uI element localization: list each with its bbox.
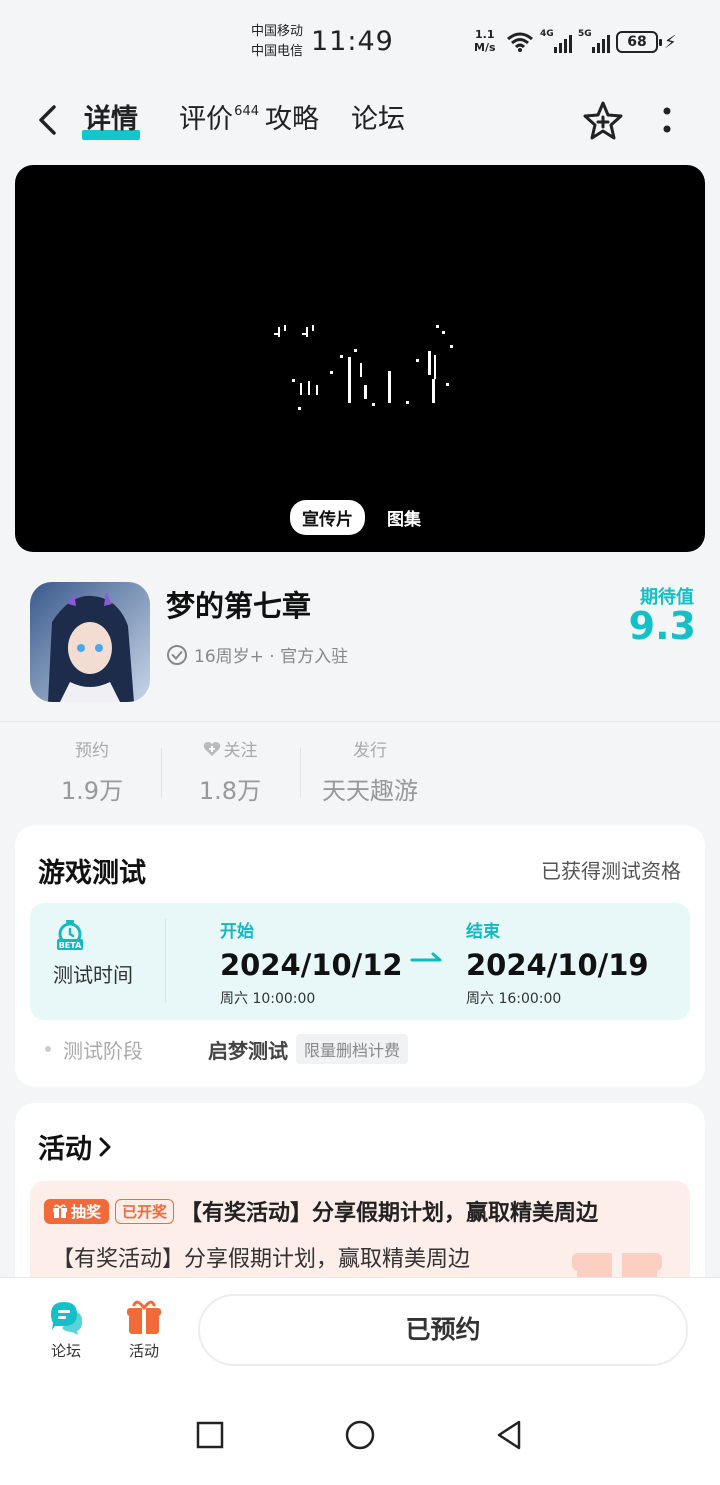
stat-separator <box>300 748 301 798</box>
lottery-tag: 抽奖 <box>44 1198 110 1224</box>
test-time-box: BETA 测试时间 开始 2024/10/12 周六 10:00:00 结束 2… <box>30 903 690 1020</box>
video-player[interactable]: 宣传片 图集 <box>15 165 705 552</box>
activity-headline: 【有奖活动】分享假期计划，赢取精美周边 <box>180 1201 599 1226</box>
test-end-label: 结束 <box>466 922 500 942</box>
signal-4g-label: 4G <box>540 29 554 39</box>
tab-reviews-label: 评价 <box>179 104 233 135</box>
test-start-label: 开始 <box>220 922 254 942</box>
net-speed: 1.1 M/s <box>474 28 496 54</box>
carrier-2: 中国电信 <box>251 44 304 59</box>
favorite-star-icon[interactable] <box>582 100 624 142</box>
tab-details[interactable]: 详情 <box>82 102 140 142</box>
test-start-time: 周六 10:00:00 <box>220 991 316 1007</box>
test-card-title: 游戏测试 <box>38 858 146 889</box>
stat-followers[interactable]: 关注 1.8万 <box>190 736 270 806</box>
expectation-score: 9.3 <box>628 604 696 648</box>
chevron-right-icon <box>99 1137 111 1156</box>
tab-reviews[interactable]: 评价 644 <box>179 102 259 142</box>
activity-description: 【有奖活动】分享假期计划，赢取精美周边 <box>52 1247 471 1272</box>
home-icon[interactable] <box>343 1418 377 1452</box>
system-nav-bar <box>0 1385 720 1485</box>
game-meta: 16周岁+ · 官方入驻 <box>166 642 348 667</box>
stat-publisher-label: 发行 <box>353 741 387 761</box>
nav-back-icon[interactable] <box>493 1418 527 1452</box>
media-tabs: 宣传片 图集 <box>290 500 433 535</box>
stat-separator <box>161 748 162 798</box>
stat-publisher[interactable]: 发行 天天趣游 <box>315 736 425 806</box>
test-end-date: 2024/10/19 <box>466 948 649 982</box>
forum-button[interactable]: 论坛 <box>36 1298 96 1361</box>
test-qualification-status[interactable]: 已获得测试资格 <box>541 855 681 884</box>
activity-header[interactable]: 活动 <box>38 1127 112 1166</box>
net-speed-unit: M/s <box>474 41 496 54</box>
more-icon[interactable] <box>650 102 684 138</box>
tab-details-label: 详情 <box>84 104 138 135</box>
tab-forum[interactable]: 论坛 <box>351 102 405 142</box>
reserved-button[interactable]: 已预约 <box>198 1294 688 1366</box>
game-meta-text: 16周岁+ · 官方入驻 <box>194 647 349 667</box>
stat-reservations-label: 预约 <box>75 741 109 761</box>
test-end-time: 周六 16:00:00 <box>466 991 562 1007</box>
carrier-1: 中国移动 <box>251 24 304 39</box>
arrow-right-icon <box>410 952 442 962</box>
time-separator <box>165 919 166 1003</box>
game-title: 梦的第七章 <box>166 589 312 623</box>
test-start-date: 2024/10/12 <box>220 948 403 982</box>
gift-icon <box>53 1204 67 1218</box>
stat-reservations: 预约 1.9万 <box>52 736 132 806</box>
activity-headline-row: 抽奖 已开奖 【有奖活动】分享假期计划，赢取精美周边 <box>44 1195 630 1227</box>
bottom-action-bar: 论坛 活动 已预约 <box>0 1277 720 1385</box>
carrier-info: 中国移动 中国电信 <box>251 22 303 62</box>
forum-button-label: 论坛 <box>50 1342 81 1360</box>
stats-row: 预约 1.9万 关注 1.8万 发行 天天趣游 <box>0 736 720 808</box>
beta-clock-icon: BETA <box>57 920 83 950</box>
test-start: 开始 2024/10/12 周六 10:00:00 <box>220 917 403 1008</box>
tab-guides[interactable]: 攻略 <box>265 102 319 142</box>
test-time-label: 测试时间 <box>53 963 133 987</box>
charging-icon: ⚡ <box>664 31 677 53</box>
test-stage-row: 测试阶段 启梦测试 限量删档计费 <box>45 1034 409 1064</box>
video-frame-art <box>274 325 453 410</box>
wifi-icon <box>507 32 533 52</box>
test-stage-value: 启梦测试 <box>208 1038 288 1063</box>
test-stage-label: 测试阶段 <box>63 1038 143 1063</box>
test-end: 结束 2024/10/19 周六 16:00:00 <box>466 917 649 1008</box>
stat-reservations-value: 1.9万 <box>60 777 124 805</box>
stat-publisher-value: 天天趣游 <box>322 777 418 805</box>
game-test-card: 游戏测试 已获得测试资格 BETA 测试时间 开始 2024/10/12 周六 … <box>15 825 705 1087</box>
lottery-tag-label: 抽奖 <box>71 1202 102 1221</box>
stat-followers-label: 关注 <box>223 741 258 761</box>
activity-title: 活动 <box>38 1134 92 1165</box>
bullet-dot <box>45 1046 51 1052</box>
signal-5g-icon: 5G <box>578 29 610 53</box>
verified-check-icon <box>167 644 187 665</box>
back-icon[interactable] <box>30 102 66 138</box>
activity-button-label: 活动 <box>128 1342 159 1360</box>
stat-followers-header: 关注 <box>190 736 270 761</box>
stat-followers-value: 1.8万 <box>198 777 262 805</box>
battery-icon: 68 <box>616 31 662 53</box>
net-speed-value: 1.1 <box>475 28 495 41</box>
activity-button[interactable]: 活动 <box>114 1298 174 1361</box>
divider <box>0 721 720 722</box>
signal-5g-label: 5G <box>578 29 592 39</box>
gift-icon <box>127 1300 161 1334</box>
signal-4g-icon: 4G <box>540 29 572 53</box>
beta-label: BETA <box>59 941 82 950</box>
drawn-tag: 已开奖 <box>115 1198 175 1224</box>
heart-plus-icon <box>203 741 220 756</box>
recent-apps-icon[interactable] <box>193 1418 227 1452</box>
status-bar: 中国移动 中国电信 11:49 1.1 M/s 4G 5G 68 ⚡ <box>0 0 720 84</box>
forum-icon <box>51 1302 83 1335</box>
tab-gallery[interactable]: 图集 <box>375 500 433 535</box>
top-nav: 详情 评价 644 攻略 论坛 <box>0 84 720 156</box>
status-icons: 4G 5G 68 ⚡ <box>506 28 677 56</box>
reviews-count: 644 <box>234 104 259 119</box>
clock: 11:49 <box>311 26 394 57</box>
tab-trailer[interactable]: 宣传片 <box>290 500 365 535</box>
test-stage-tag: 限量删档计费 <box>296 1034 409 1064</box>
game-icon <box>30 582 150 702</box>
